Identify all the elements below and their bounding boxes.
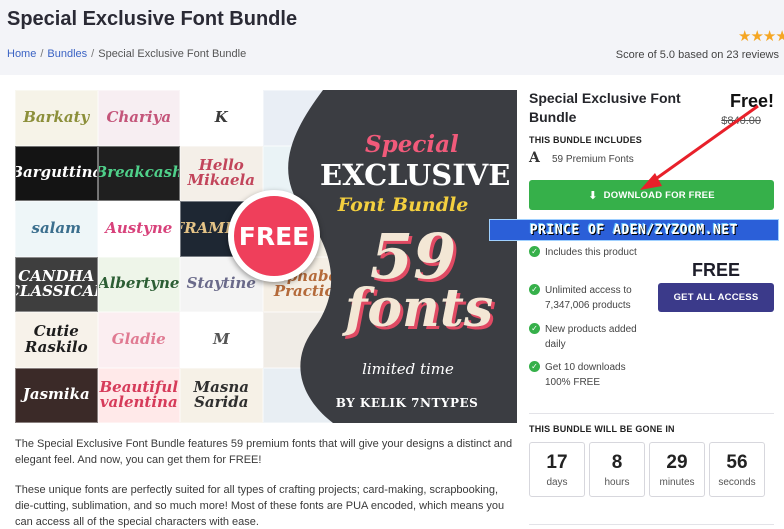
feature-text: Includes this product (545, 247, 637, 258)
free-badge: FREE (228, 190, 320, 282)
font-preview-tile: Chariya (97, 90, 180, 146)
font-preview-tile: CANDHA CLASSICAL (15, 256, 98, 312)
hero-font-bundle-text: Font Bundle (337, 194, 469, 216)
rating-stars[interactable]: ★★★★★ (738, 27, 784, 45)
font-preview-tile: Hello Mikaela (180, 145, 263, 201)
font-preview-tile: M (180, 312, 263, 368)
breadcrumb-current: Special Exclusive Font Bundle (98, 48, 247, 60)
sidebar-bottom-border (529, 524, 774, 525)
font-preview-tile: Albertyne (97, 256, 180, 312)
includes-text: 59 Premium Fonts (552, 154, 634, 165)
breadcrumb-separator: / (91, 48, 95, 60)
font-preview-tile: Masna Sarida (180, 367, 263, 423)
watermark-banner: PRINCE OF ADEN/ZYZOOM.NET (489, 219, 779, 241)
feature-item: ✓ Unlimited access to 7,347,006 products (529, 283, 649, 313)
feature-text: Unlimited access to 7,347,006 products (545, 285, 632, 311)
countdown-seconds: 56 seconds (709, 442, 765, 497)
countdown-heading: THIS BUNDLE WILL BE GONE IN (529, 424, 675, 434)
page-title: Special Exclusive Font Bundle (7, 8, 298, 30)
font-preview-tile: Breakcash (97, 145, 180, 201)
get-all-access-button[interactable]: GET ALL ACCESS (658, 283, 774, 312)
font-preview-tile: Barguttina (15, 145, 98, 201)
hero-limited-time-text: limited time (362, 360, 454, 378)
breadcrumb-bundles[interactable]: Bundles (47, 48, 87, 60)
bundle-hero-image[interactable]: BarkatyChariyaK BarguttinaBreakcashHello … (15, 90, 517, 423)
check-icon: ✓ (529, 323, 540, 334)
hero-exclusive-text: EXCLUSIVE (320, 158, 511, 192)
check-icon: ✓ (529, 284, 540, 295)
font-preview-tile: Cutie Raskilo (15, 312, 98, 368)
description-paragraph: These unique fonts are perfectly suited … (15, 484, 505, 528)
feature-text: New products added daily (545, 324, 637, 350)
all-access-price: FREE (691, 260, 740, 280)
font-preview-tile: Jasmika (15, 367, 98, 423)
feature-text: Get 10 downloads 100% FREE (545, 362, 626, 388)
check-icon: ✓ (529, 361, 540, 372)
sidebar-title: Special Exclusive Font Bundle (529, 90, 681, 125)
font-glyph-icon: A (529, 150, 540, 166)
font-preview-tile: salam (15, 201, 98, 257)
original-price: $840.00 (721, 115, 761, 127)
hero-author-text: BY KELIK 7NTYPES (335, 396, 479, 410)
countdown-days: 17 days (529, 442, 585, 497)
countdown-hours: 8 hours (589, 442, 645, 497)
description-paragraph: The Special Exclusive Font Bundle featur… (15, 438, 513, 466)
font-preview-tile: Beautiful valentina (97, 367, 180, 423)
current-price: Free! (729, 91, 774, 111)
feature-item: ✓ Includes this product (529, 245, 649, 260)
font-preview-tile: Gladie (97, 312, 180, 368)
font-preview-tile: Austyne (97, 201, 180, 257)
download-button-label: DOWNLOAD FOR FREE (603, 189, 715, 201)
breadcrumb-home[interactable]: Home (7, 48, 36, 60)
bundle-description: The Special Exclusive Font Bundle featur… (15, 436, 515, 529)
hero-fonts-text: fonts (345, 278, 494, 339)
hero-special-text: Special (365, 131, 459, 158)
check-icon: ✓ (529, 246, 540, 257)
includes-heading: THIS BUNDLE INCLUDES (529, 135, 643, 145)
font-preview-tile: K (180, 90, 263, 146)
rating-score-text: Score of 5.0 based on 23 reviews (615, 49, 779, 61)
breadcrumb-separator: / (40, 48, 44, 60)
feature-item: ✓ Get 10 downloads 100% FREE (529, 360, 649, 390)
download-icon: ⬇ (588, 189, 598, 202)
countdown-minutes: 29 minutes (649, 442, 705, 497)
font-preview-tile: Barkaty (15, 90, 98, 146)
feature-item: ✓ New products added daily (529, 322, 649, 352)
breadcrumb: Home / Bundles / Special Exclusive Font Bund… (7, 48, 246, 60)
download-for-free-button[interactable]: ⬇ DOWNLOAD FOR FREE (529, 180, 774, 210)
sidebar-divider (529, 413, 774, 414)
